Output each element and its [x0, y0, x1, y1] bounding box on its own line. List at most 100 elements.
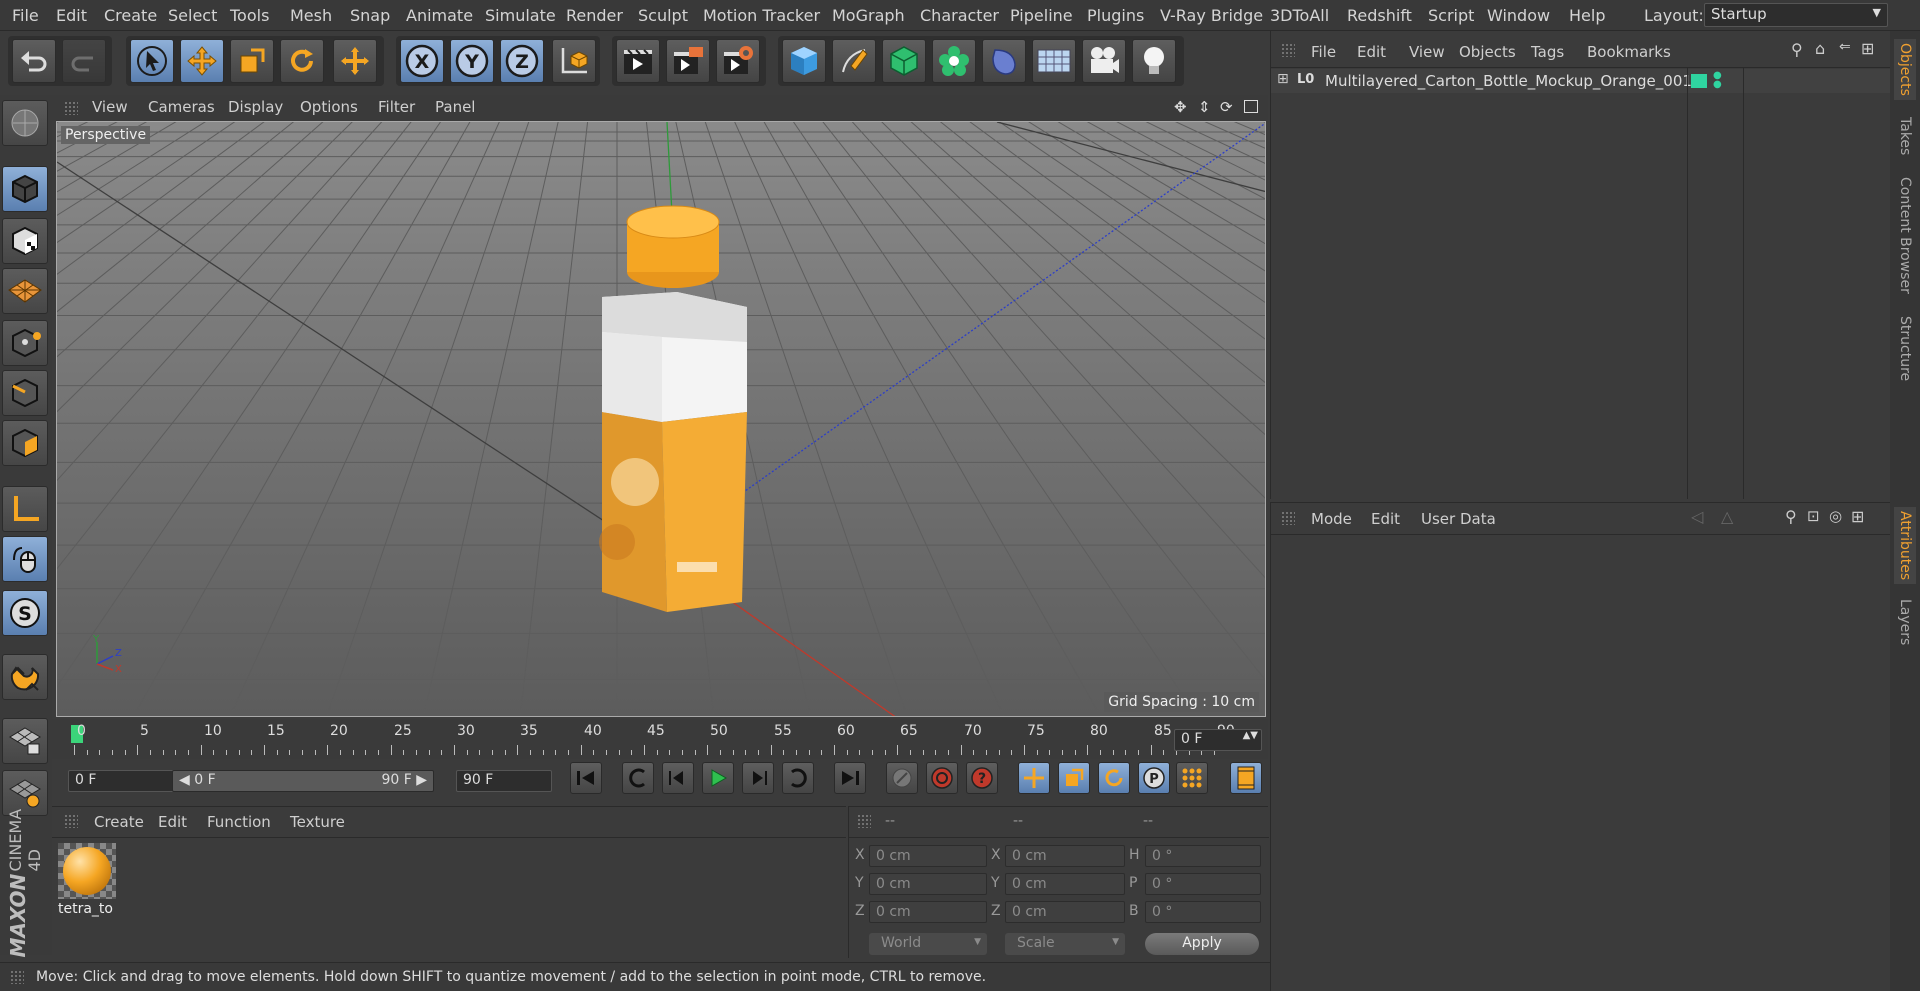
search-icon[interactable]: ⚲ [1791, 40, 1803, 59]
deformer-icon[interactable] [982, 39, 1026, 83]
pen-icon[interactable] [832, 39, 876, 83]
menu-plugins[interactable]: Plugins [1087, 6, 1144, 25]
coordinate-system-icon[interactable] [552, 39, 596, 83]
scale-icon[interactable] [230, 39, 274, 83]
render-view-icon[interactable] [616, 39, 660, 83]
menu-motion-tracker[interactable]: Motion Tracker [703, 6, 820, 25]
axis-mode-icon[interactable] [2, 486, 48, 532]
apply-button[interactable]: Apply [1145, 933, 1259, 955]
snap-magnet-icon[interactable] [2, 654, 48, 700]
object-menu-view[interactable]: View [1409, 43, 1445, 61]
go-to-previous-key-icon[interactable] [622, 762, 654, 794]
viewport-zoom-icon[interactable]: ⇕ [1198, 98, 1211, 116]
tab-layers[interactable]: Layers [1897, 599, 1913, 645]
viewport-menu-options[interactable]: Options [300, 98, 358, 116]
material-tetra-to[interactable]: tetra_to [58, 843, 116, 917]
object-menu-edit[interactable]: Edit [1357, 43, 1386, 61]
viewport-menu-cameras[interactable]: Cameras [148, 98, 215, 116]
record-disabled-icon[interactable] [886, 762, 918, 794]
object-menu-objects[interactable]: Objects [1459, 43, 1516, 61]
go-to-end-icon[interactable] [834, 762, 866, 794]
polygons-mode-icon[interactable] [2, 420, 48, 466]
position-x-field[interactable]: 0 cm [869, 845, 987, 867]
viewport-menu-filter[interactable]: Filter [378, 98, 415, 116]
size-mode-dropdown[interactable]: Scale ▼ [1005, 933, 1125, 955]
menu-redshift[interactable]: Redshift [1347, 6, 1412, 25]
previous-frame-icon[interactable] [662, 762, 694, 794]
subdivision-icon[interactable] [882, 39, 926, 83]
material-menu-create[interactable]: Create [94, 813, 144, 831]
play-icon[interactable] [702, 762, 734, 794]
up-arrow-icon[interactable]: △ [1721, 507, 1733, 526]
workplane-icon[interactable] [2, 268, 48, 314]
timeline-window-icon[interactable] [1230, 762, 1262, 794]
menu-animate[interactable]: Animate [406, 6, 473, 25]
light-icon[interactable] [1132, 39, 1176, 83]
cloner-icon[interactable] [932, 39, 976, 83]
redo-icon[interactable] [62, 39, 106, 83]
size-x-field[interactable]: 0 cm [1005, 845, 1125, 867]
layout-dropdown[interactable]: Startup ▼ [1704, 3, 1888, 27]
menu-pipeline[interactable]: Pipeline [1010, 6, 1073, 25]
solo-icon[interactable]: S [2, 590, 48, 636]
menu-script[interactable]: Script [1428, 6, 1474, 25]
viewport-menu-display[interactable]: Display [228, 98, 283, 116]
menu-select[interactable]: Select [168, 6, 217, 25]
home-icon[interactable]: ⌂ [1815, 39, 1825, 58]
object-menu-bookmarks[interactable]: Bookmarks [1587, 43, 1671, 61]
go-to-start-icon[interactable] [570, 762, 602, 794]
floor-icon[interactable] [1032, 39, 1076, 83]
menu-mograph[interactable]: MoGraph [832, 6, 905, 25]
rotation-b-field[interactable]: 0 ° [1145, 901, 1261, 923]
position-y-field[interactable]: 0 cm [869, 873, 987, 895]
camera-icon[interactable] [1082, 39, 1126, 83]
make-editable-icon[interactable] [2, 100, 48, 146]
timeline-ruler[interactable]: 051015202530354045505560657075808590 0 F… [52, 719, 1268, 759]
attr-menu-mode[interactable]: Mode [1311, 510, 1352, 528]
tab-objects[interactable]: Objects [1894, 39, 1916, 100]
perspective-viewport[interactable]: Perspective Grid Spacing : 10 cm Y Z X [56, 121, 1266, 717]
tweak-mode-icon[interactable] [2, 536, 48, 582]
model-mode-icon[interactable] [2, 166, 48, 212]
tab-attributes[interactable]: Attributes [1894, 507, 1916, 585]
points-mode-icon[interactable] [2, 320, 48, 366]
position-z-field[interactable]: 0 cm [869, 901, 987, 923]
menu-help[interactable]: Help [1569, 6, 1605, 25]
panel-grip-icon[interactable] [64, 101, 78, 115]
viewport-pan-icon[interactable]: ✥ [1174, 98, 1187, 116]
viewport-menu-view[interactable]: View [92, 98, 128, 116]
menu-sculpt[interactable]: Sculpt [638, 6, 688, 25]
render-settings-icon[interactable] [716, 39, 760, 83]
end-frame-field[interactable]: 90 F [456, 770, 552, 792]
panel-grip-icon[interactable] [857, 814, 871, 828]
rotation-p-field[interactable]: 0 ° [1145, 873, 1261, 895]
menu-file[interactable]: File [12, 6, 39, 25]
edges-mode-icon[interactable] [2, 370, 48, 416]
menu-render[interactable]: Render [566, 6, 623, 25]
material-menu-function[interactable]: Function [207, 813, 271, 831]
size-z-field[interactable]: 0 cm [1005, 901, 1125, 923]
texture-mode-icon[interactable] [2, 218, 48, 264]
key-position-icon[interactable] [1018, 762, 1050, 794]
menu-character[interactable]: Character [920, 6, 999, 25]
live-selection-icon[interactable] [333, 39, 377, 83]
new-panel-icon[interactable]: ⊞ [1851, 507, 1864, 526]
tab-takes[interactable]: Takes [1897, 117, 1913, 155]
tab-content-browser[interactable]: Content Browser [1897, 177, 1913, 294]
key-parameter-icon[interactable]: P [1138, 762, 1170, 794]
y-axis-icon[interactable]: Y [450, 39, 494, 83]
menu-mesh[interactable]: Mesh [290, 6, 332, 25]
lock-icon[interactable]: ⊡ [1807, 507, 1820, 525]
material-menu-texture[interactable]: Texture [290, 813, 345, 831]
attr-menu-edit[interactable]: Edit [1371, 510, 1400, 528]
grid-lock-icon[interactable] [2, 718, 48, 764]
menu-edit[interactable]: Edit [56, 6, 87, 25]
panel-grip-icon[interactable] [1281, 511, 1295, 525]
x-axis-icon[interactable]: X [400, 39, 444, 83]
menu-tools[interactable]: Tools [230, 6, 269, 25]
autokey-icon[interactable] [926, 762, 958, 794]
menu-vray-bridge[interactable]: V-Ray Bridge [1160, 6, 1263, 25]
select-arrow-icon[interactable] [130, 39, 174, 83]
object-row[interactable]: ⊞ L0 Multilayered_Carton_Bottle_Mockup_O… [1271, 69, 1891, 93]
back-arrow-icon[interactable]: ◁ [1691, 507, 1703, 526]
